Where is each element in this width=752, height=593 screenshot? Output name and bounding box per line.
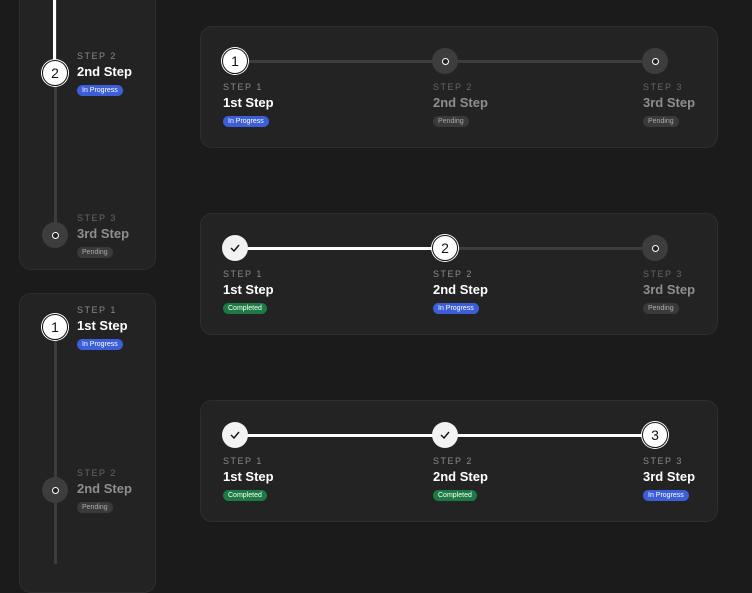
status-badge: Completed [433, 490, 477, 501]
step-number-label: STEP 1 [77, 305, 117, 315]
pending-dot-icon [51, 486, 59, 494]
step-number-label: STEP 1 [223, 82, 263, 92]
step-title: 3rd Step [643, 95, 696, 110]
step-indicator-1[interactable]: 1 [42, 314, 68, 340]
step-label-group: STEP 2 2nd Step Completed [433, 456, 488, 502]
status-badge: Completed [223, 490, 267, 501]
completed-line [235, 246, 445, 250]
step-indicator-1[interactable]: 1 [222, 48, 248, 74]
pending-dot-icon [441, 57, 449, 65]
step-label-group: STEP 1 1st Step Completed [223, 456, 274, 502]
check-icon[interactable] [222, 422, 248, 448]
step-title: 1st Step [223, 282, 274, 297]
step-number-label: STEP 1 [223, 269, 263, 279]
step-indicator-2[interactable] [42, 477, 68, 503]
step-title: 3rd Step [77, 226, 130, 241]
step-title: 2nd Step [433, 469, 488, 484]
status-badge: Pending [643, 116, 679, 127]
check-icon[interactable] [222, 235, 248, 261]
step-label-group: STEP 3 3rd Step In Progress [643, 456, 695, 502]
pending-dot-icon [51, 231, 59, 239]
step-title: 1st Step [223, 469, 274, 484]
check-icon[interactable] [432, 422, 458, 448]
step-number-label: STEP 2 [433, 269, 473, 279]
step-number-label: STEP 2 [433, 82, 473, 92]
step-label-group: STEP 3 3rd Step Pending [643, 82, 695, 128]
step-label-group: STEP 2 2nd Step In Progress [433, 269, 488, 315]
status-badge: Completed [223, 303, 267, 314]
status-badge: In Progress [223, 116, 269, 127]
step-number-label: STEP 3 [77, 213, 117, 223]
step-label-group: STEP 2 2nd Step Pending [77, 468, 132, 514]
step-title: 1st Step [77, 318, 128, 333]
step-label-group: STEP 2 2nd Step Pending [433, 82, 488, 128]
step-label-group: STEP 1 1st Step In Progress [223, 82, 274, 128]
status-badge: Pending [433, 116, 469, 127]
step-number-label: STEP 3 [643, 82, 683, 92]
status-badge: In Progress [77, 339, 123, 350]
step-label-group: STEP 1 1st Step Completed [223, 269, 274, 315]
step-number-label: STEP 2 [77, 51, 117, 61]
step-number-label: STEP 3 [643, 456, 683, 466]
status-badge: In Progress [433, 303, 479, 314]
step-indicator-3[interactable] [42, 222, 68, 248]
status-badge: Pending [77, 502, 113, 513]
step-title: 2nd Step [77, 481, 132, 496]
step-indicator-2[interactable]: 2 [432, 235, 458, 261]
step-number-label: STEP 2 [433, 456, 473, 466]
status-badge: In Progress [643, 490, 689, 501]
status-badge: Pending [643, 303, 679, 314]
step-label-group: STEP 3 3rd Step Pending [77, 213, 129, 259]
step-indicator-3[interactable] [642, 235, 668, 261]
step-label-group: STEP 1 1st Step In Progress [77, 305, 128, 351]
status-badge: Pending [77, 247, 113, 258]
step-number-label: STEP 1 [223, 456, 263, 466]
step-title: 3rd Step [643, 469, 696, 484]
step-label-group: STEP 2 2nd Step In Progress [77, 51, 132, 97]
step-number-label: STEP 3 [643, 269, 683, 279]
step-indicator-2[interactable] [432, 48, 458, 74]
status-badge: In Progress [77, 85, 123, 96]
step-label-group: STEP 3 3rd Step Pending [643, 269, 695, 315]
step-title: 2nd Step [433, 95, 488, 110]
step-title: 3rd Step [643, 282, 696, 297]
step-number-label: STEP 2 [77, 468, 117, 478]
progress-line [54, 327, 57, 564]
pending-dot-icon [651, 244, 659, 252]
step-title: 1st Step [223, 95, 274, 110]
step-title: 2nd Step [77, 64, 132, 79]
pending-dot-icon [651, 57, 659, 65]
step-indicator-3[interactable]: 3 [642, 422, 668, 448]
step-indicator-3[interactable] [642, 48, 668, 74]
step-indicator-2[interactable]: 2 [42, 60, 68, 86]
step-title: 2nd Step [433, 282, 488, 297]
